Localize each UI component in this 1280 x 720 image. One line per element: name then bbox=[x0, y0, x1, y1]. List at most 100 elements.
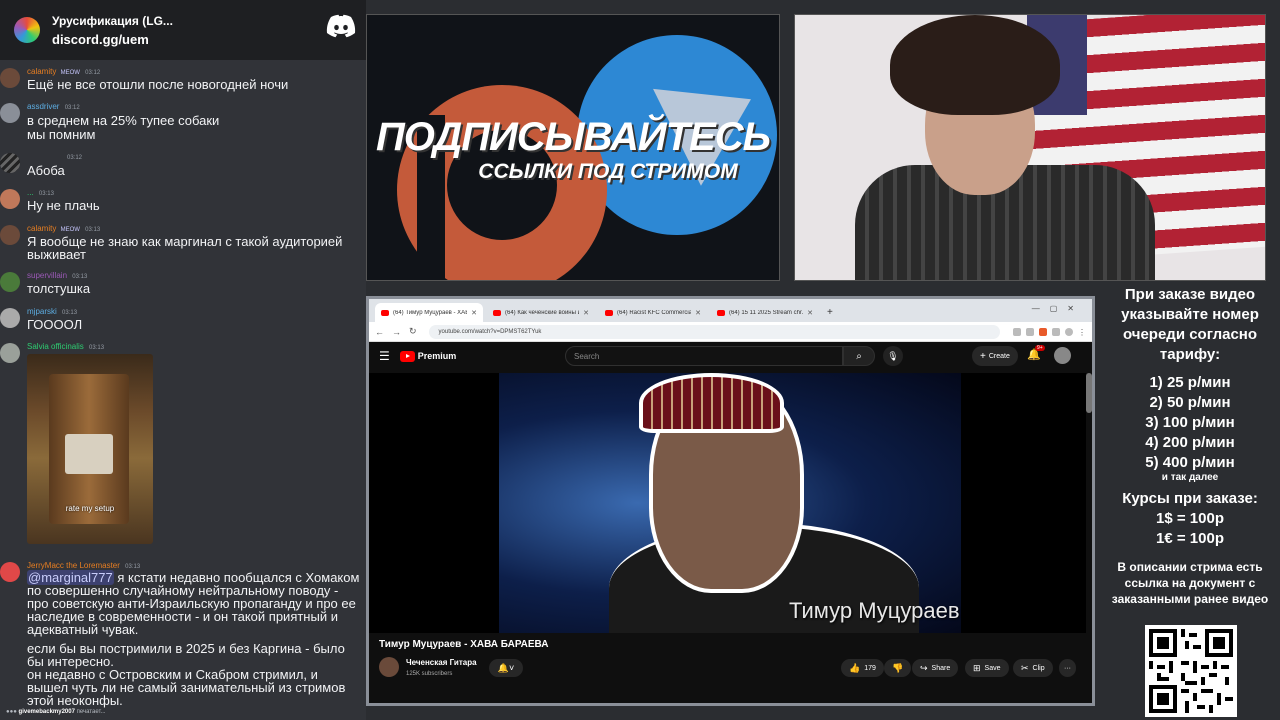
window-controls[interactable]: —▢✕ bbox=[1032, 304, 1084, 313]
close-tab-icon[interactable]: ✕ bbox=[695, 309, 701, 317]
menu-icon[interactable]: ⋮ bbox=[1078, 328, 1086, 337]
message-username[interactable]: mjparski bbox=[27, 307, 57, 316]
share-button[interactable]: ↪ Share bbox=[912, 659, 959, 677]
message-text: в среднем на 25% тупее собаки bbox=[27, 113, 220, 128]
bookmark-icon[interactable] bbox=[1026, 327, 1034, 336]
address-bar-row: ← → ↻ youtube.com/watch?v=DPMST62TYuk ⋮ bbox=[369, 322, 1092, 342]
scissors-icon: ✂ bbox=[1021, 662, 1029, 673]
avatar[interactable] bbox=[0, 103, 20, 123]
tab-title: (64) Как чеченские войны и... bbox=[505, 309, 580, 316]
browser-tab[interactable]: (64) Racist KFC Commercial... ✕ bbox=[599, 303, 707, 322]
back-icon[interactable]: ← bbox=[375, 327, 384, 337]
browser-tab[interactable]: (64) Тимур Муцураев - ХАВ... ✕ bbox=[375, 303, 483, 322]
search-icon[interactable]: ⌕ bbox=[843, 346, 875, 366]
video-frame: Тимур Муцураев bbox=[499, 373, 961, 633]
search-input[interactable]: Search bbox=[565, 346, 843, 366]
tariff-item: 3) 100 р/мин bbox=[1145, 414, 1235, 431]
subscription-bell-button[interactable]: 🔔˅ bbox=[489, 659, 523, 677]
message-username[interactable]: JerryMacc the Loremaster bbox=[27, 561, 120, 570]
webcam-feed bbox=[794, 14, 1266, 281]
extension-icon[interactable] bbox=[1052, 327, 1060, 336]
youtube-logo-text: Premium bbox=[417, 351, 457, 361]
server-invite-link[interactable]: discord.gg/uem bbox=[52, 32, 173, 47]
info-heading-line: указывайте номер bbox=[1121, 306, 1259, 323]
close-tab-icon[interactable]: ✕ bbox=[583, 309, 589, 317]
save-label: Save bbox=[984, 664, 1001, 672]
browser-tab[interactable]: (64) Как чеченские войны и... ✕ bbox=[487, 303, 595, 322]
role-badge: MEOW bbox=[60, 227, 80, 233]
message-text: ГООООЛ bbox=[27, 317, 83, 332]
channel-avatar[interactable] bbox=[379, 657, 399, 677]
info-heading-line: При заказе видео bbox=[1124, 286, 1256, 303]
share-label: Share bbox=[931, 664, 951, 672]
avatar[interactable] bbox=[0, 153, 20, 173]
tariff-item: 5) 400 р/мин bbox=[1145, 454, 1235, 471]
hamburger-menu-icon[interactable]: ☰ bbox=[379, 349, 390, 363]
qr-code bbox=[1145, 625, 1237, 717]
dislike-button[interactable]: 👎 bbox=[884, 659, 912, 677]
account-avatar[interactable] bbox=[1054, 347, 1071, 364]
zoom-icon[interactable] bbox=[1013, 327, 1021, 336]
close-tab-icon[interactable]: ✕ bbox=[471, 309, 477, 317]
message-username[interactable]: Salvia officinalis bbox=[27, 342, 84, 351]
avatar[interactable] bbox=[0, 68, 20, 88]
streamer-hair bbox=[890, 15, 1060, 115]
qr-code-icon bbox=[1149, 629, 1233, 713]
avatar[interactable] bbox=[0, 562, 20, 582]
clip-button[interactable]: ✂ Clip bbox=[1013, 659, 1053, 677]
video-player[interactable]: Тимур Муцураев bbox=[369, 373, 1086, 633]
channel-name[interactable]: Чеченская Гитара bbox=[406, 658, 477, 667]
server-icon[interactable] bbox=[14, 17, 40, 43]
like-count: 179 bbox=[864, 664, 876, 672]
tariff-item: 1) 25 р/мин bbox=[1149, 374, 1231, 391]
typing-user: givemebackmy2007 bbox=[18, 709, 75, 715]
message-time: 03:12 bbox=[67, 155, 83, 161]
new-tab-icon[interactable]: + bbox=[827, 307, 833, 318]
info-heading-line: тарифу: bbox=[1159, 346, 1221, 363]
promo-title: ПОДПИСЫВАЙТЕСЬ bbox=[375, 115, 771, 159]
thumbs-up-icon: 👍 bbox=[849, 662, 861, 673]
attachment-image[interactable]: rate my setup bbox=[27, 354, 153, 544]
exchange-rate: 1$ = 100р bbox=[1156, 510, 1224, 527]
message-time: 03:13 bbox=[62, 310, 78, 316]
extension-icon[interactable] bbox=[1039, 327, 1047, 336]
message-time: 03:12 bbox=[85, 70, 101, 76]
avatar[interactable] bbox=[0, 225, 20, 245]
avatar[interactable] bbox=[0, 343, 20, 363]
message-time: 03:13 bbox=[72, 274, 88, 280]
thumbs-down-icon: 👎 bbox=[892, 662, 904, 673]
order-info-panel: При заказе видео указывайте номер очеред… bbox=[1100, 285, 1280, 625]
like-button[interactable]: 👍 179 bbox=[841, 659, 884, 677]
reload-icon[interactable]: ↻ bbox=[409, 326, 417, 337]
avatar[interactable] bbox=[0, 308, 20, 328]
message-username[interactable]: calamity bbox=[27, 224, 56, 233]
youtube-logo[interactable]: Premium bbox=[399, 350, 457, 362]
close-tab-icon[interactable]: ✕ bbox=[807, 309, 813, 317]
avatar[interactable] bbox=[0, 272, 20, 292]
info-heading: При заказе видео указывайте номер очеред… bbox=[1100, 285, 1280, 365]
message-username[interactable]: ... bbox=[27, 188, 34, 197]
profile-icon[interactable] bbox=[1065, 327, 1073, 336]
message-username[interactable]: assdriver bbox=[27, 102, 59, 111]
plus-icon: + bbox=[980, 350, 986, 362]
avatar[interactable] bbox=[0, 189, 20, 209]
video-caption: Тимур Муцураев bbox=[789, 598, 960, 623]
role-badge: MEOW bbox=[60, 70, 80, 76]
message-username[interactable]: calamity bbox=[27, 67, 56, 76]
youtube-favicon-icon bbox=[493, 309, 501, 316]
youtube-favicon-icon bbox=[381, 309, 389, 316]
tab-title: (64) Racist KFC Commercial... bbox=[617, 309, 692, 316]
more-actions-button[interactable]: ··· bbox=[1059, 659, 1076, 677]
forward-icon[interactable]: → bbox=[392, 327, 401, 337]
browser-tab[interactable]: (64) 15 11 2025 Stream chr... ✕ bbox=[711, 303, 819, 322]
browser-window: (64) Тимур Муцураев - ХАВ... ✕ (64) Как ч… bbox=[366, 296, 1095, 706]
scrollbar[interactable] bbox=[1086, 373, 1092, 413]
promo-banner: ПОДПИСЫВАЙТЕСЬ ССЫЛКИ ПОД СТРИМОМ bbox=[366, 14, 780, 281]
mic-icon[interactable]: 🎙 bbox=[883, 346, 903, 366]
message-username[interactable]: supervillain bbox=[27, 271, 67, 280]
create-button[interactable]: + Create bbox=[972, 346, 1018, 366]
url-field[interactable]: youtube.com/watch?v=DPMST62TYuk bbox=[428, 324, 1000, 339]
message-time: 03:13 bbox=[89, 345, 105, 351]
create-label: Create bbox=[988, 352, 1010, 360]
save-button[interactable]: ⊞ Save bbox=[965, 659, 1009, 677]
